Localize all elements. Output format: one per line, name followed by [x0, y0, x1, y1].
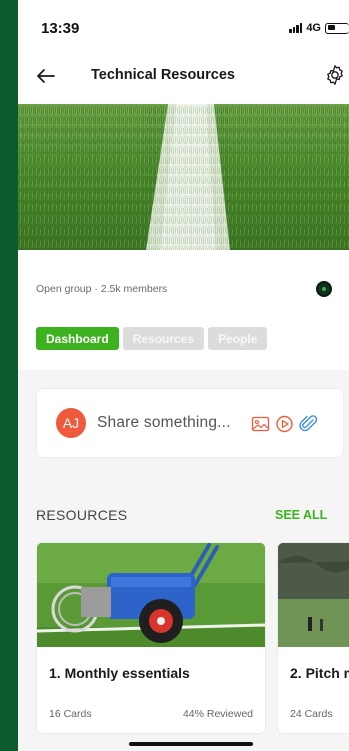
gear-icon[interactable]: [323, 63, 347, 87]
app-screen: 13:39 4G Technical Resources Open group …: [18, 0, 349, 751]
top-app-bar: Technical Resources: [18, 50, 349, 102]
card-title: 2. Pitch m: [290, 665, 349, 681]
group-cover-image: [18, 104, 349, 250]
tab-resources[interactable]: Resources: [122, 327, 205, 350]
attachment-icon[interactable]: [299, 415, 318, 433]
frame-edge: [0, 0, 18, 751]
composer-actions: [251, 415, 318, 433]
tab-dashboard[interactable]: Dashboard: [36, 327, 119, 350]
group-info: Open group · 2.5k members Dashboard Reso…: [18, 250, 349, 370]
video-icon[interactable]: [275, 415, 294, 433]
pitch-image: [278, 543, 349, 647]
home-indicator: [129, 742, 253, 746]
line-marker-image: [37, 543, 265, 647]
see-all-link[interactable]: SEE ALL: [275, 508, 327, 522]
card-count: 16 Cards: [49, 708, 92, 720]
card-progress: 44% Reviewed: [182, 708, 253, 720]
battery-icon: [325, 22, 349, 34]
back-arrow-icon[interactable]: [34, 64, 58, 88]
group-tabs: Dashboard Resources People: [36, 327, 268, 350]
resource-card[interactable]: 2. Pitch m 24 Cards: [278, 543, 349, 733]
share-input[interactable]: Share something...: [97, 414, 231, 432]
group-logo-icon: [316, 281, 332, 297]
group-feed: AJ Share something... RESOURCES SEE ALL: [18, 370, 349, 751]
network-type: 4G: [306, 22, 321, 34]
status-time: 13:39: [41, 20, 80, 37]
page-title: Technical Resources: [91, 67, 235, 83]
group-meta: Open group · 2.5k members: [36, 283, 168, 295]
resource-card[interactable]: 1. Monthly essentials 16 Cards 44% Revie…: [37, 543, 265, 733]
signal-icon: [289, 23, 303, 33]
status-indicators: 4G: [289, 21, 349, 35]
post-composer[interactable]: AJ Share something...: [37, 389, 343, 457]
card-count: 24 Cards: [290, 708, 333, 720]
status-bar: 13:39 4G: [18, 0, 349, 50]
tab-people[interactable]: People: [208, 327, 268, 350]
card-title: 1. Monthly essentials: [49, 665, 190, 681]
avatar: AJ: [56, 408, 86, 438]
resources-heading: RESOURCES: [36, 507, 128, 523]
image-icon[interactable]: [251, 415, 270, 433]
